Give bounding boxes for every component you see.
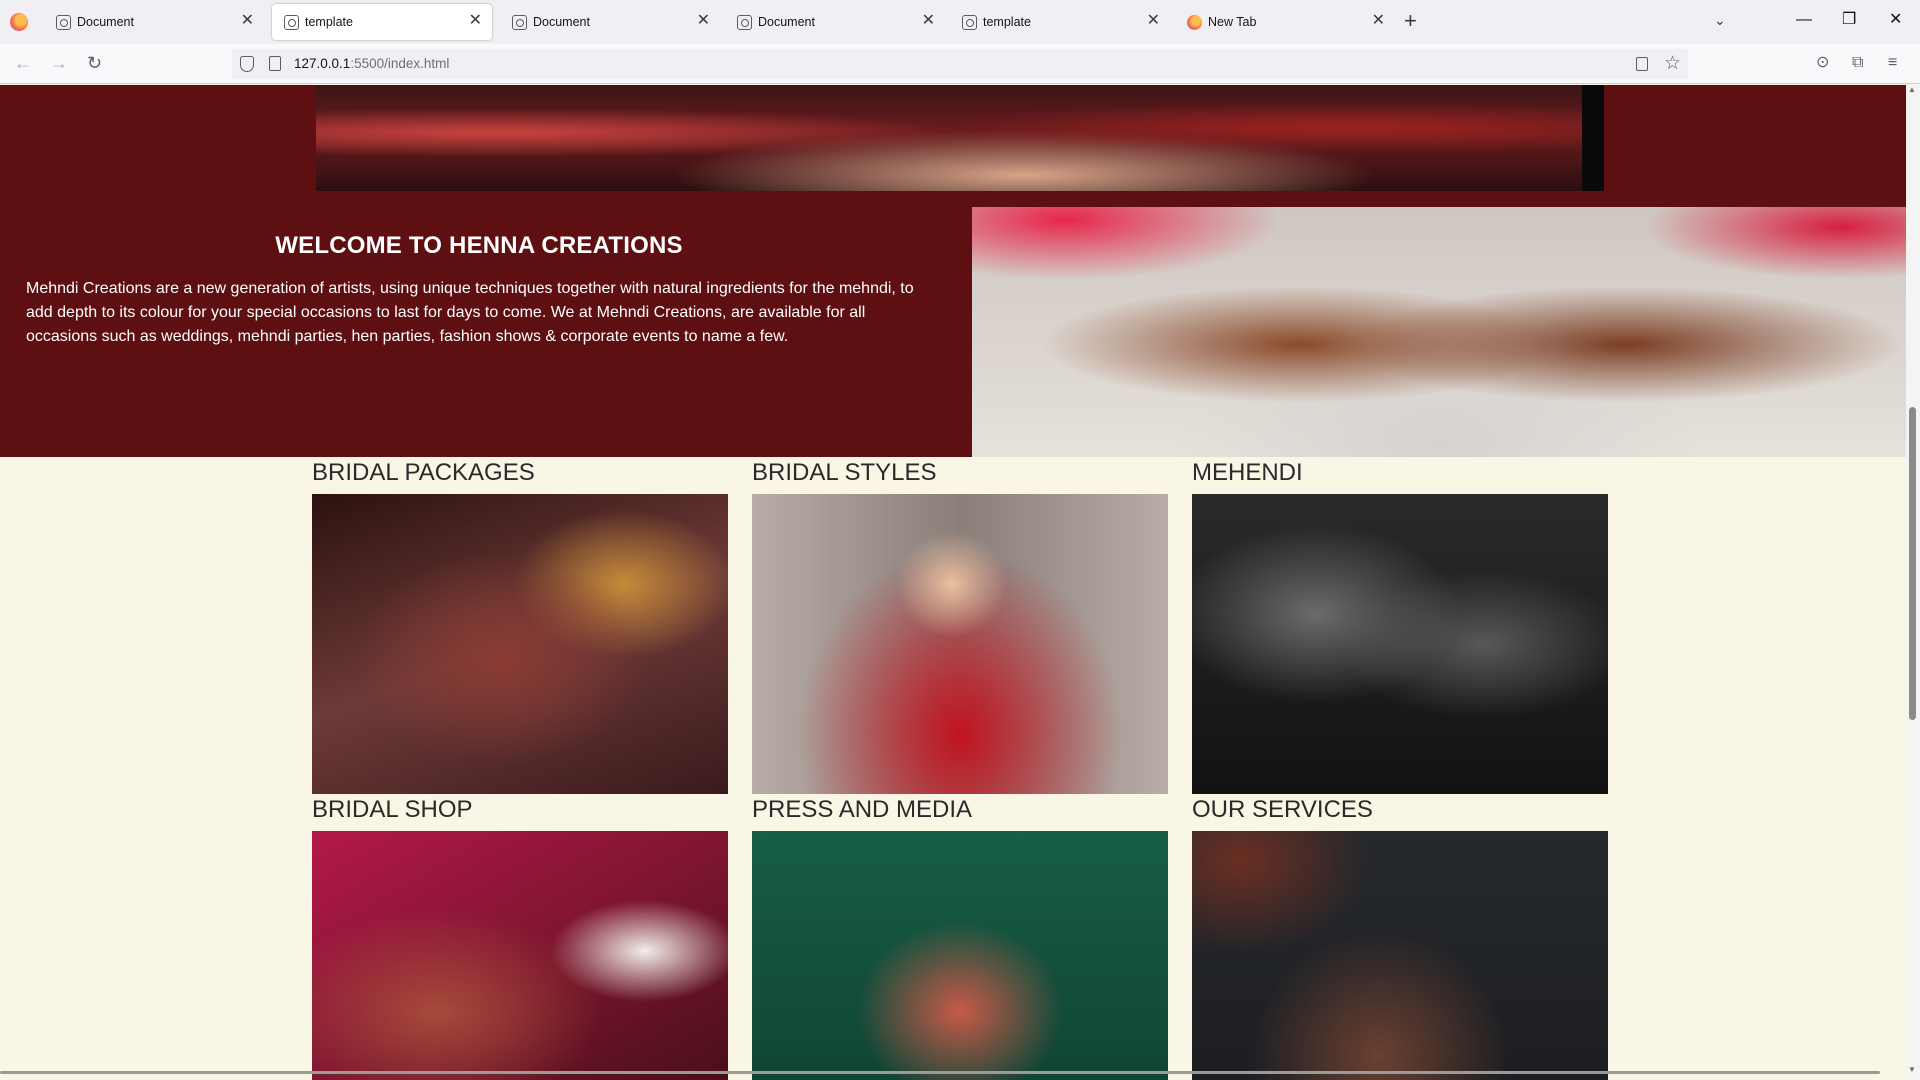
bookmark-star-icon[interactable]: ☆ xyxy=(1664,52,1681,75)
tab-title: template xyxy=(983,15,1031,29)
page-icon xyxy=(962,15,977,30)
card-title: BRIDAL PACKAGES xyxy=(312,459,535,486)
tab-title: Document xyxy=(533,15,590,29)
navigation-bar: ← → ↻ 127.0.0.1:5500/index.html ☆ ⊙ ⧉ ≡ xyxy=(0,44,1920,84)
url-bar[interactable]: 127.0.0.1:5500/index.html ☆ xyxy=(232,49,1688,79)
mehendi-image[interactable] xyxy=(1192,494,1608,794)
reload-button[interactable]: ↻ xyxy=(87,53,102,73)
bridal-styles-image[interactable] xyxy=(752,494,1168,794)
bridal-packages-image[interactable] xyxy=(312,494,728,794)
url-path: :5500/index.html xyxy=(350,56,450,71)
card-title: BRIDAL STYLES xyxy=(752,459,937,486)
page-icon xyxy=(512,15,527,30)
scrollbar-thumb[interactable] xyxy=(1909,407,1916,720)
scroll-down-arrow-icon[interactable]: ▼ xyxy=(1908,1065,1916,1074)
restore-button[interactable]: ❐ xyxy=(1842,10,1856,30)
tab-new-tab[interactable]: New Tab ✕ xyxy=(1175,4,1395,40)
card-title: PRESS AND MEDIA xyxy=(752,796,973,823)
url-host: 127.0.0.1 xyxy=(294,56,351,71)
intro-section: WELCOME TO HENNA CREATIONS Mehndi Creati… xyxy=(0,207,972,457)
close-icon[interactable]: ✕ xyxy=(1147,12,1160,30)
minimize-button[interactable]: — xyxy=(1796,10,1812,30)
card-title: MEHENDI xyxy=(1192,459,1303,486)
back-button[interactable]: ← xyxy=(14,53,32,73)
horizontal-scrollbar[interactable] xyxy=(0,1071,1880,1074)
page-icon xyxy=(56,15,71,30)
close-icon[interactable]: ✕ xyxy=(697,12,710,30)
extensions-icon[interactable]: ⧉ xyxy=(1852,53,1863,73)
tab-title: Document xyxy=(758,15,815,29)
close-icon[interactable]: ✕ xyxy=(922,12,935,30)
page-icon xyxy=(284,15,299,30)
welcome-heading: WELCOME TO HENNA CREATIONS xyxy=(275,232,683,259)
new-tab-button[interactable]: + xyxy=(1404,10,1417,32)
tab-document-1[interactable]: Document ✕ xyxy=(44,4,264,40)
forward-button[interactable]: → xyxy=(50,53,68,73)
press-and-media-image[interactable] xyxy=(752,831,1168,1080)
page-viewport: WELCOME TO HENNA CREATIONS Mehndi Creati… xyxy=(0,85,1906,1080)
pocket-icon[interactable]: ⊙ xyxy=(1816,53,1829,73)
bridal-shop-image[interactable] xyxy=(312,831,728,1080)
tab-title: New Tab xyxy=(1208,15,1257,29)
url-text[interactable]: 127.0.0.1:5500/index.html xyxy=(294,56,449,71)
tab-template-2[interactable]: template ✕ xyxy=(950,4,1170,40)
henna-hands-image xyxy=(972,207,1906,457)
tab-document-3[interactable]: Document ✕ xyxy=(725,4,945,40)
card-title: OUR SERVICES xyxy=(1192,796,1373,823)
tab-document-2[interactable]: Document ✕ xyxy=(500,4,720,40)
tab-title: template xyxy=(305,15,353,29)
tab-bar: Document ✕ template ✕ Document ✕ Documen… xyxy=(0,0,1920,44)
vertical-scrollbar[interactable]: ▲ ▼ xyxy=(1906,85,1920,1080)
close-icon[interactable]: ✕ xyxy=(469,12,482,30)
tab-template-active[interactable]: template ✕ xyxy=(272,4,492,40)
menu-icon[interactable]: ≡ xyxy=(1888,53,1897,73)
site-info-icon[interactable] xyxy=(269,56,281,71)
reader-view-icon[interactable] xyxy=(1636,57,1648,71)
banner-image xyxy=(316,85,1604,191)
intro-paragraph: Mehndi Creations are a new generation of… xyxy=(26,280,914,345)
window-close-button[interactable]: ✕ xyxy=(1889,10,1902,30)
close-icon[interactable]: ✕ xyxy=(1372,12,1385,30)
our-services-image[interactable] xyxy=(1192,831,1608,1080)
firefox-icon xyxy=(1187,15,1202,30)
close-icon[interactable]: ✕ xyxy=(241,12,254,30)
header-band xyxy=(0,85,1906,207)
scroll-up-arrow-icon[interactable]: ▲ xyxy=(1908,85,1916,94)
tab-list-chevron-icon[interactable]: ⌄ xyxy=(1714,12,1726,29)
tracking-protection-shield-icon[interactable] xyxy=(240,56,254,72)
page-icon xyxy=(737,15,752,30)
tab-title: Document xyxy=(77,15,134,29)
card-title: BRIDAL SHOP xyxy=(312,796,473,823)
firefox-logo-icon[interactable] xyxy=(10,13,28,31)
